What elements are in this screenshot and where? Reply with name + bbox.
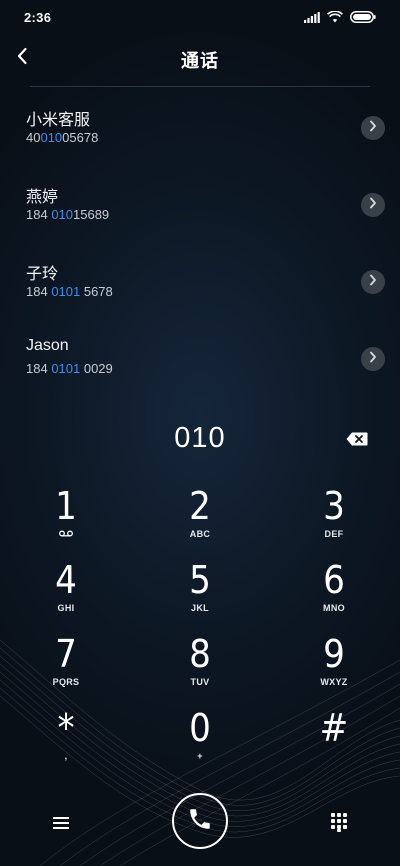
key-letters: DEF bbox=[324, 529, 344, 539]
contact-name: 子玲 bbox=[26, 266, 59, 283]
key-star[interactable]: * , bbox=[16, 708, 116, 776]
contact-detail-button[interactable] bbox=[361, 270, 385, 294]
key-9[interactable]: 9 WXYZ bbox=[284, 634, 384, 702]
number-prefix: 184 bbox=[26, 207, 52, 222]
contact-result-row[interactable]: 小米客服 4001005678 bbox=[0, 92, 400, 169]
key-digit: 7 bbox=[55, 632, 77, 676]
number-match-highlight: 0101 bbox=[51, 284, 81, 299]
key-digit: 5 bbox=[189, 558, 211, 602]
key-digit: * bbox=[57, 706, 75, 750]
key-letters: , bbox=[64, 751, 68, 761]
key-6[interactable]: 6 MNO bbox=[284, 560, 384, 628]
contact-detail-button[interactable] bbox=[361, 116, 385, 140]
call-button[interactable] bbox=[172, 793, 228, 849]
header: 通话 bbox=[0, 34, 400, 86]
number-suffix: 05678 bbox=[62, 130, 99, 145]
key-8[interactable]: 8 TUV bbox=[150, 634, 250, 702]
signal-icon bbox=[304, 11, 320, 23]
key-2[interactable]: 2 ABC bbox=[150, 486, 250, 554]
backspace-icon bbox=[346, 432, 368, 450]
key-letters: WXYZ bbox=[320, 677, 348, 687]
key-digit: 3 bbox=[323, 484, 345, 528]
chevron-right-icon bbox=[369, 119, 377, 137]
contact-number: 4001005678 bbox=[26, 130, 98, 145]
key-digit: 4 bbox=[55, 558, 77, 602]
contact-name: 小米客服 bbox=[26, 112, 91, 129]
key-digit: 9 bbox=[323, 632, 345, 676]
contact-result-row[interactable]: 燕婷 184 01015689 bbox=[0, 169, 400, 246]
status-time: 2:36 bbox=[24, 9, 52, 25]
delete-button[interactable] bbox=[346, 432, 368, 446]
key-digit: 8 bbox=[189, 632, 211, 676]
status-icons bbox=[304, 11, 376, 23]
number-prefix: 184 bbox=[26, 284, 52, 299]
key-letters: MNO bbox=[323, 603, 345, 613]
bottom-action-bar bbox=[0, 790, 400, 860]
dialpad-toggle-button[interactable] bbox=[330, 812, 348, 832]
voicemail-icon bbox=[16, 528, 116, 541]
key-letters: JKL bbox=[191, 603, 209, 613]
number-match-highlight: 0101 bbox=[51, 361, 81, 376]
contact-number: 184 0101 0029 bbox=[26, 361, 113, 376]
key-4[interactable]: 4 GHI bbox=[16, 560, 116, 628]
dialed-number-display[interactable]: 010 bbox=[0, 422, 400, 455]
key-letters: + bbox=[197, 751, 203, 761]
chevron-right-icon bbox=[369, 196, 377, 214]
contact-number: 184 01015689 bbox=[26, 207, 109, 222]
contact-name: Jason bbox=[26, 337, 69, 354]
contact-result-row[interactable]: 子玲 184 0101 5678 bbox=[0, 246, 400, 323]
contact-detail-button[interactable] bbox=[361, 347, 385, 371]
number-prefix: 184 bbox=[26, 361, 52, 376]
chevron-right-icon bbox=[369, 350, 377, 368]
contact-result-row[interactable]: Jason 184 0101 0029 bbox=[0, 323, 400, 400]
key-digit: 0 bbox=[189, 706, 211, 750]
number-prefix: 40 bbox=[26, 130, 41, 145]
key-3[interactable]: 3 DEF bbox=[284, 486, 384, 554]
number-suffix: 5678 bbox=[80, 284, 113, 299]
contact-number: 184 0101 5678 bbox=[26, 284, 113, 299]
contact-results-list: 小米客服 4001005678 燕婷 184 01015689 子玲 184 0… bbox=[0, 92, 400, 400]
key-5[interactable]: 5 JKL bbox=[150, 560, 250, 628]
phone-icon bbox=[187, 806, 213, 837]
key-letters: PQRS bbox=[52, 677, 80, 687]
contact-detail-button[interactable] bbox=[361, 193, 385, 217]
divider bbox=[30, 86, 370, 87]
key-letters: GHI bbox=[57, 603, 75, 613]
key-letters: TUV bbox=[190, 677, 210, 687]
dialpad-icon bbox=[330, 813, 348, 836]
number-match-highlight: 010 bbox=[51, 207, 74, 222]
contact-name: 燕婷 bbox=[26, 189, 59, 206]
key-1[interactable]: 1 bbox=[16, 486, 116, 554]
key-letters: ABC bbox=[189, 529, 211, 539]
hamburger-menu-icon bbox=[50, 817, 72, 838]
key-digit: # bbox=[319, 706, 349, 750]
chevron-right-icon bbox=[369, 273, 377, 291]
status-bar: 2:36 bbox=[0, 0, 400, 34]
key-digit: 1 bbox=[55, 484, 77, 528]
number-suffix: 0029 bbox=[80, 361, 113, 376]
key-7[interactable]: 7 PQRS bbox=[16, 634, 116, 702]
dialed-number-row: 010 bbox=[0, 402, 400, 474]
key-0[interactable]: 0 + bbox=[150, 708, 250, 776]
key-digit: 2 bbox=[189, 484, 211, 528]
page-title: 通话 bbox=[181, 51, 219, 71]
number-suffix: 15689 bbox=[73, 207, 110, 222]
key-hash[interactable]: # bbox=[284, 708, 384, 776]
key-digit: 6 bbox=[323, 558, 345, 602]
number-match-highlight: 010 bbox=[40, 130, 63, 145]
menu-button[interactable] bbox=[50, 812, 72, 834]
battery-icon bbox=[350, 11, 376, 23]
wifi-icon bbox=[327, 11, 343, 23]
